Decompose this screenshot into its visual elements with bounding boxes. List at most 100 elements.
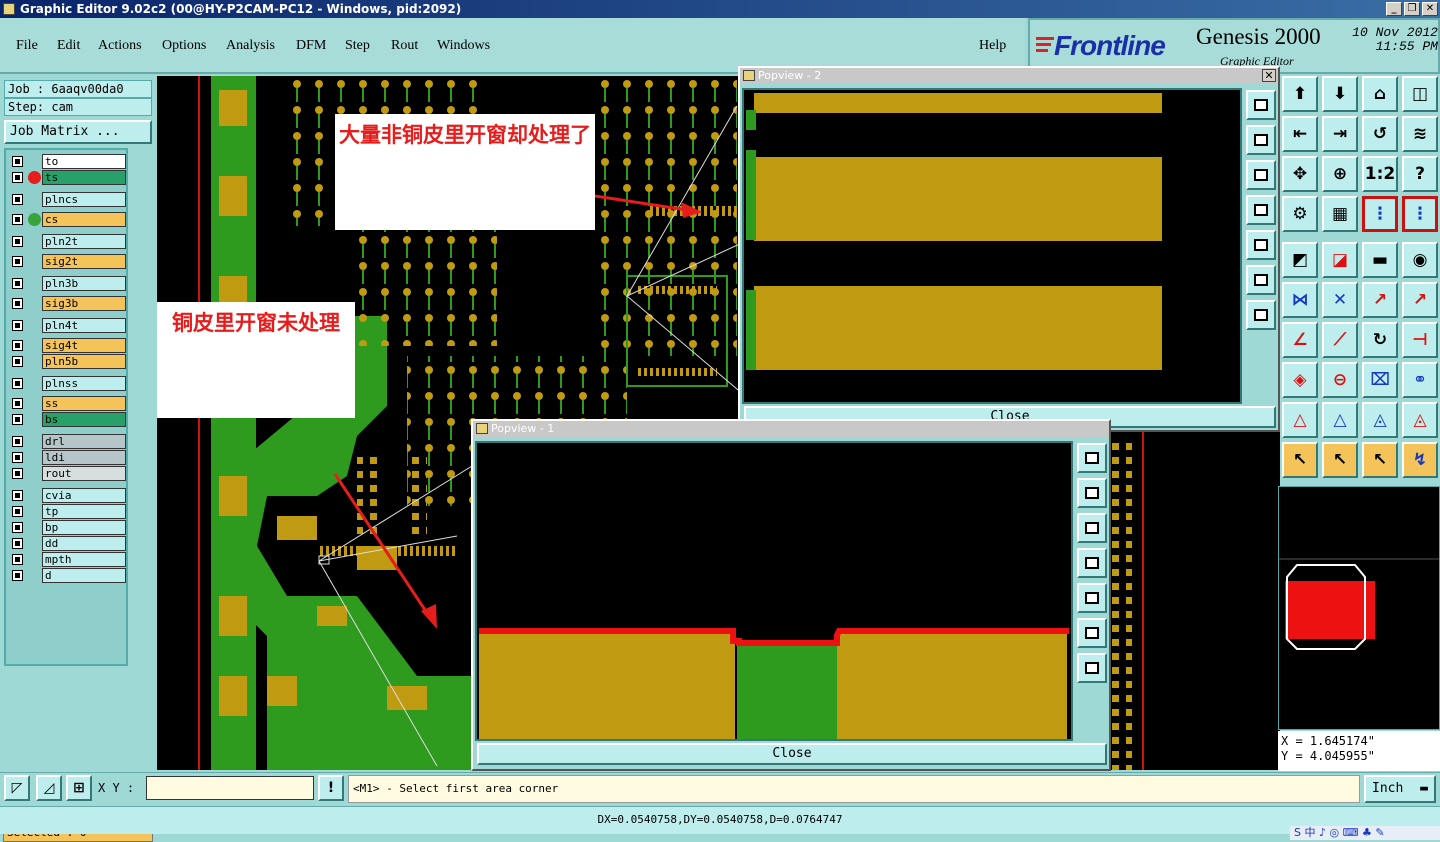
layer-row[interactable]: plncs (8, 192, 126, 207)
layer-checkbox[interactable] (12, 256, 23, 267)
tool-button[interactable]: ↖ (1362, 442, 1398, 478)
pan-down-icon[interactable] (1077, 513, 1107, 543)
layer-name[interactable]: ss (42, 396, 126, 411)
layer-name[interactable]: pln3b (42, 276, 126, 291)
tool-button[interactable]: ⟋ (1322, 322, 1358, 358)
popview-2-close-icon[interactable]: ✕ (1262, 69, 1276, 82)
tool-button[interactable]: ↖ (1282, 442, 1318, 478)
pan-left-icon[interactable] (1246, 195, 1276, 225)
layer-checkbox[interactable] (12, 436, 23, 447)
menu-analysis[interactable]: Analysis (226, 38, 275, 54)
layer-checkbox[interactable] (12, 468, 23, 479)
layer-checkbox[interactable] (12, 340, 23, 351)
tool-button[interactable]: ◬ (1362, 402, 1398, 438)
tool-button[interactable]: ⋮ (1402, 196, 1438, 232)
layer-row[interactable]: cvia (8, 488, 126, 503)
alert-icon[interactable]: ! (318, 775, 344, 801)
layer-checkbox[interactable] (12, 236, 23, 247)
tool-button[interactable]: ↖ (1322, 442, 1358, 478)
layer-name[interactable]: sig4t (42, 338, 126, 353)
grid-icon[interactable]: ⊞ (66, 775, 92, 801)
layer-row[interactable]: pln2t (8, 234, 126, 249)
layer-row[interactable]: drl (8, 434, 126, 449)
layer-row[interactable]: ts (8, 170, 126, 185)
layer-name[interactable]: pln2t (42, 234, 126, 249)
tool-button[interactable]: ∠ (1282, 322, 1318, 358)
layer-row[interactable]: sig2t (8, 254, 126, 269)
layer-name[interactable]: cvia (42, 488, 126, 503)
layer-checkbox[interactable] (12, 320, 23, 331)
layer-name[interactable]: dd (42, 536, 126, 551)
pan-right-icon[interactable] (1077, 583, 1107, 613)
layer-name[interactable]: cs (42, 212, 126, 227)
pan-up-icon[interactable] (1246, 125, 1276, 155)
tool-button[interactable]: △ (1282, 402, 1318, 438)
zoom-in-icon[interactable] (1246, 265, 1276, 295)
layer-name[interactable]: ts (42, 170, 126, 185)
layer-row[interactable]: d (8, 568, 126, 583)
menu-dfm[interactable]: DFM (296, 38, 326, 54)
layer-checkbox[interactable] (12, 278, 23, 289)
close-window-button[interactable]: ✕ (1422, 2, 1438, 16)
layer-row[interactable]: sig4t (8, 338, 126, 353)
tool-button[interactable]: △ (1322, 402, 1358, 438)
pan-down-icon[interactable] (1246, 160, 1276, 190)
layer-checkbox[interactable] (12, 356, 23, 367)
layer-row[interactable]: tp (8, 504, 126, 519)
layer-row[interactable]: rout (8, 466, 126, 481)
layer-name[interactable]: sig2t (42, 254, 126, 269)
tool-button[interactable]: ⌧ (1362, 362, 1398, 398)
tool-button[interactable]: 1:2 (1362, 156, 1398, 192)
layer-row[interactable]: pln3b (8, 276, 126, 291)
layer-name[interactable]: drl (42, 434, 126, 449)
tool-button[interactable]: ↗ (1362, 282, 1398, 318)
tool-button[interactable]: ⇤ (1282, 116, 1318, 152)
menu-help[interactable]: Help (979, 38, 1006, 54)
layer-row[interactable]: ss (8, 396, 126, 411)
layer-checkbox[interactable] (12, 194, 23, 205)
tool-button[interactable]: ⋈ (1282, 282, 1318, 318)
layer-row[interactable]: pln4t (8, 318, 126, 333)
layer-checkbox[interactable] (12, 452, 23, 463)
tool-button[interactable]: ↺ (1362, 116, 1398, 152)
tool-button[interactable]: ↯ (1402, 442, 1438, 478)
restore-button[interactable]: ❐ (1404, 2, 1420, 16)
tool-button[interactable]: ⬇ (1322, 76, 1358, 112)
tool-button[interactable]: ⋮ (1362, 196, 1398, 232)
layer-row[interactable]: sig3b (8, 296, 126, 311)
tool-button[interactable]: ▬ (1362, 242, 1398, 278)
layer-name[interactable]: bp (42, 520, 126, 535)
tool-button[interactable]: ◩ (1282, 242, 1318, 278)
unit-select[interactable]: Inch ▬ (1364, 775, 1436, 803)
tool-button[interactable]: ≋ (1402, 116, 1438, 152)
menu-windows[interactable]: Windows (437, 38, 490, 54)
layer-row[interactable]: to (8, 154, 126, 169)
layer-row[interactable]: cs (8, 212, 126, 227)
menu-step[interactable]: Step (345, 38, 370, 54)
tool-button[interactable]: ✥ (1282, 156, 1318, 192)
layer-name[interactable]: mpth (42, 552, 126, 567)
layer-row[interactable]: pln5b (8, 354, 126, 369)
tool-button[interactable]: ⬆ (1282, 76, 1318, 112)
menu-edit[interactable]: Edit (57, 38, 80, 54)
zoom-out-icon[interactable] (1246, 300, 1276, 330)
layer-checkbox[interactable] (12, 298, 23, 309)
layer-name[interactable]: pln5b (42, 354, 126, 369)
xy-input[interactable] (146, 776, 314, 800)
layer-checkbox[interactable] (12, 414, 23, 425)
layer-name[interactable]: tp (42, 504, 126, 519)
tool-button[interactable]: ⌂ (1362, 76, 1398, 112)
zoom-window-icon[interactable] (1077, 443, 1107, 473)
tool-button[interactable]: ✕ (1322, 282, 1358, 318)
menu-rout[interactable]: Rout (391, 38, 418, 54)
layer-checkbox[interactable] (12, 570, 23, 581)
layer-row[interactable]: bs (8, 412, 126, 427)
minimize-button[interactable]: _ (1386, 2, 1402, 16)
layer-name[interactable]: d (42, 568, 126, 583)
tool-button[interactable]: ◈ (1282, 362, 1318, 398)
pan-right-icon[interactable] (1246, 230, 1276, 260)
menu-file[interactable]: File (16, 38, 38, 54)
layer-name[interactable]: bs (42, 412, 126, 427)
layer-row[interactable]: bp (8, 520, 126, 535)
layer-name[interactable]: plncs (42, 192, 126, 207)
